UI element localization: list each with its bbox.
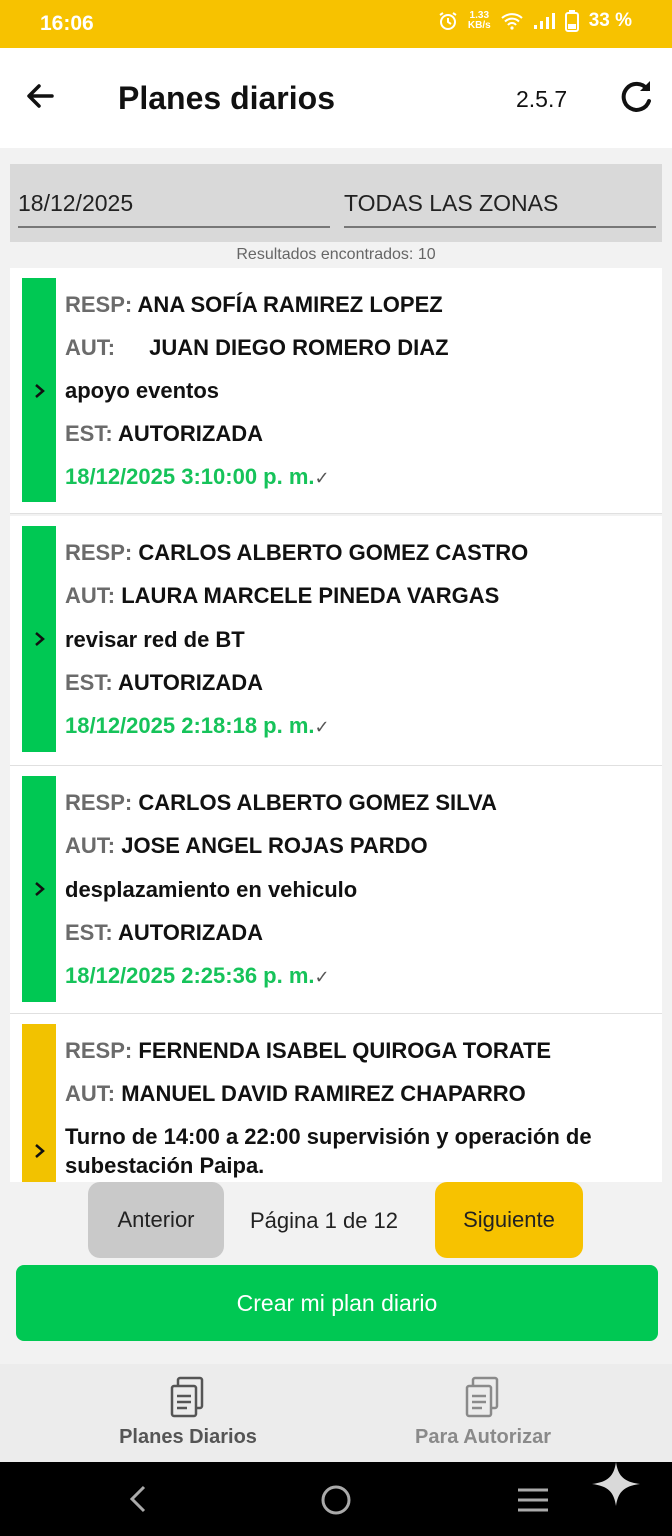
- plan-card[interactable]: RESP: ANA SOFÍA RAMIREZ LOPEZ AUT: JUAN D…: [22, 278, 652, 502]
- est-value: AUTORIZADA: [117, 670, 264, 695]
- list-item[interactable]: RESP: FERNENDA ISABEL QUIROGA TORATE AUT…: [10, 1014, 662, 1182]
- aut-name: MANUEL DAVID RAMIREZ CHAPARRO: [121, 1081, 526, 1106]
- previous-page-button[interactable]: Anterior: [88, 1182, 224, 1258]
- plan-description: revisar red de BT: [65, 627, 245, 652]
- status-icons: 1.33 KB/s 33 %: [438, 10, 632, 32]
- resp-row: RESP: FERNENDA ISABEL QUIROGA TORATE: [65, 1038, 552, 1063]
- system-navigation-bar: [0, 1462, 672, 1536]
- status-stripe: [22, 776, 56, 1002]
- network-speed: 1.33 KB/s: [467, 10, 491, 31]
- sparkle-icon: [592, 1462, 640, 1506]
- resp-name: CARLOS ALBERTO GOMEZ CASTRO: [138, 540, 529, 565]
- next-page-button[interactable]: Siguiente: [435, 1182, 583, 1258]
- est-row: EST: AUTORIZADA: [65, 920, 264, 945]
- back-arrow-icon[interactable]: [22, 78, 58, 114]
- documents-icon: [465, 1376, 499, 1418]
- chevron-right-icon[interactable]: [30, 382, 48, 400]
- pagination: Anterior Página 1 de 12 Siguiente: [0, 1180, 672, 1260]
- app-bar: Planes diarios 2.5.7: [0, 48, 672, 148]
- list-item[interactable]: RESP: CARLOS ALBERTO GOMEZ CASTRO AUT: L…: [10, 516, 662, 766]
- plan-description: Turno de 14:00 a 22:00 supervisión y ope…: [65, 1124, 592, 1178]
- status-bar: 16:06 1.33 KB/s 33 %: [0, 0, 672, 48]
- aut-row: AUT: JUAN DIEGO ROMERO DIAZ: [65, 335, 449, 360]
- plan-description: apoyo eventos: [65, 378, 220, 403]
- system-back-icon[interactable]: [126, 1484, 150, 1514]
- zone-filter-select[interactable]: TODAS LAS ZONAS: [344, 184, 656, 228]
- results-count: Resultados encontrados: 10: [236, 246, 436, 263]
- nav-label: Planes Diarios: [119, 1426, 257, 1448]
- est-value: AUTORIZADA: [117, 920, 264, 945]
- plan-datetime: 18/12/2025 3:10:00 p. m.✓: [65, 464, 330, 489]
- aut-name: LAURA MARCELE PINEDA VARGAS: [121, 583, 500, 608]
- page-title: Planes diarios: [118, 80, 335, 116]
- status-stripe: [22, 1024, 56, 1182]
- system-recents-icon[interactable]: [516, 1486, 550, 1514]
- page-indicator: Página 1 de 12: [250, 1208, 399, 1233]
- app-version: 2.5.7: [516, 86, 568, 112]
- plan-datetime: 18/12/2025 2:25:36 p. m.✓: [65, 963, 330, 988]
- plan-card[interactable]: RESP: FERNENDA ISABEL QUIROGA TORATE AUT…: [22, 1024, 652, 1182]
- status-stripe: [22, 278, 56, 502]
- create-plan-button[interactable]: Crear mi plan diario: [16, 1265, 658, 1341]
- est-row: EST: AUTORIZADA: [65, 670, 264, 695]
- aut-row: AUT: LAURA MARCELE PINEDA VARGAS: [65, 583, 500, 608]
- filter-bar: 18/12/2025 TODAS LAS ZONAS: [10, 164, 662, 242]
- status-stripe: [22, 526, 56, 752]
- refresh-icon[interactable]: [616, 76, 656, 116]
- resp-row: RESP: CARLOS ALBERTO GOMEZ SILVA: [65, 790, 497, 815]
- chevron-right-icon[interactable]: [30, 1142, 48, 1160]
- resp-name: CARLOS ALBERTO GOMEZ SILVA: [138, 790, 497, 815]
- chevron-right-icon[interactable]: [30, 880, 48, 898]
- plan-card[interactable]: RESP: CARLOS ALBERTO GOMEZ CASTRO AUT: L…: [22, 526, 652, 752]
- plan-card[interactable]: RESP: CARLOS ALBERTO GOMEZ SILVA AUT: JO…: [22, 776, 652, 1002]
- est-row: EST: AUTORIZADA: [65, 421, 264, 446]
- aut-row: AUT: MANUEL DAVID RAMIREZ CHAPARRO: [65, 1081, 526, 1106]
- date-filter-input[interactable]: 18/12/2025: [18, 184, 330, 228]
- wifi-icon: [501, 13, 523, 30]
- nav-item-para-autorizar[interactable]: Para Autorizar: [383, 1364, 583, 1462]
- resp-row: RESP: ANA SOFÍA RAMIREZ LOPEZ: [65, 292, 443, 317]
- aut-name: JUAN DIEGO ROMERO DIAZ: [149, 335, 449, 360]
- status-time: 16:06: [40, 12, 94, 35]
- resp-name: ANA SOFÍA RAMIREZ LOPEZ: [137, 292, 443, 317]
- check-icon: ✓: [314, 967, 330, 987]
- resp-name: FERNENDA ISABEL QUIROGA TORATE: [138, 1038, 552, 1063]
- plan-description: desplazamiento en vehiculo: [65, 877, 358, 902]
- signal-icon: [533, 13, 555, 29]
- battery-percent: 33 %: [588, 10, 632, 31]
- alarm-icon: [439, 12, 457, 30]
- documents-icon: [170, 1376, 204, 1418]
- check-icon: ✓: [314, 468, 330, 488]
- battery-icon: [564, 10, 579, 32]
- aut-row: AUT: JOSE ANGEL ROJAS PARDO: [65, 833, 428, 858]
- plan-datetime: 18/12/2025 2:18:18 p. m.✓: [65, 713, 330, 738]
- chevron-right-icon[interactable]: [30, 630, 48, 648]
- check-icon: ✓: [314, 717, 330, 737]
- list-item[interactable]: RESP: ANA SOFÍA RAMIREZ LOPEZ AUT: JUAN D…: [10, 268, 662, 514]
- plans-list: RESP: ANA SOFÍA RAMIREZ LOPEZ AUT: JUAN D…: [0, 268, 672, 1182]
- est-value: AUTORIZADA: [117, 421, 264, 446]
- bottom-navigation: Planes Diarios Para Autorizar: [0, 1364, 672, 1462]
- system-home-icon[interactable]: [320, 1484, 352, 1516]
- nav-item-planes-diarios[interactable]: Planes Diarios: [88, 1364, 288, 1462]
- resp-row: RESP: CARLOS ALBERTO GOMEZ CASTRO: [65, 540, 529, 565]
- aut-name: JOSE ANGEL ROJAS PARDO: [121, 833, 428, 858]
- nav-label: Para Autorizar: [415, 1426, 551, 1448]
- list-item[interactable]: RESP: CARLOS ALBERTO GOMEZ SILVA AUT: JO…: [10, 766, 662, 1014]
